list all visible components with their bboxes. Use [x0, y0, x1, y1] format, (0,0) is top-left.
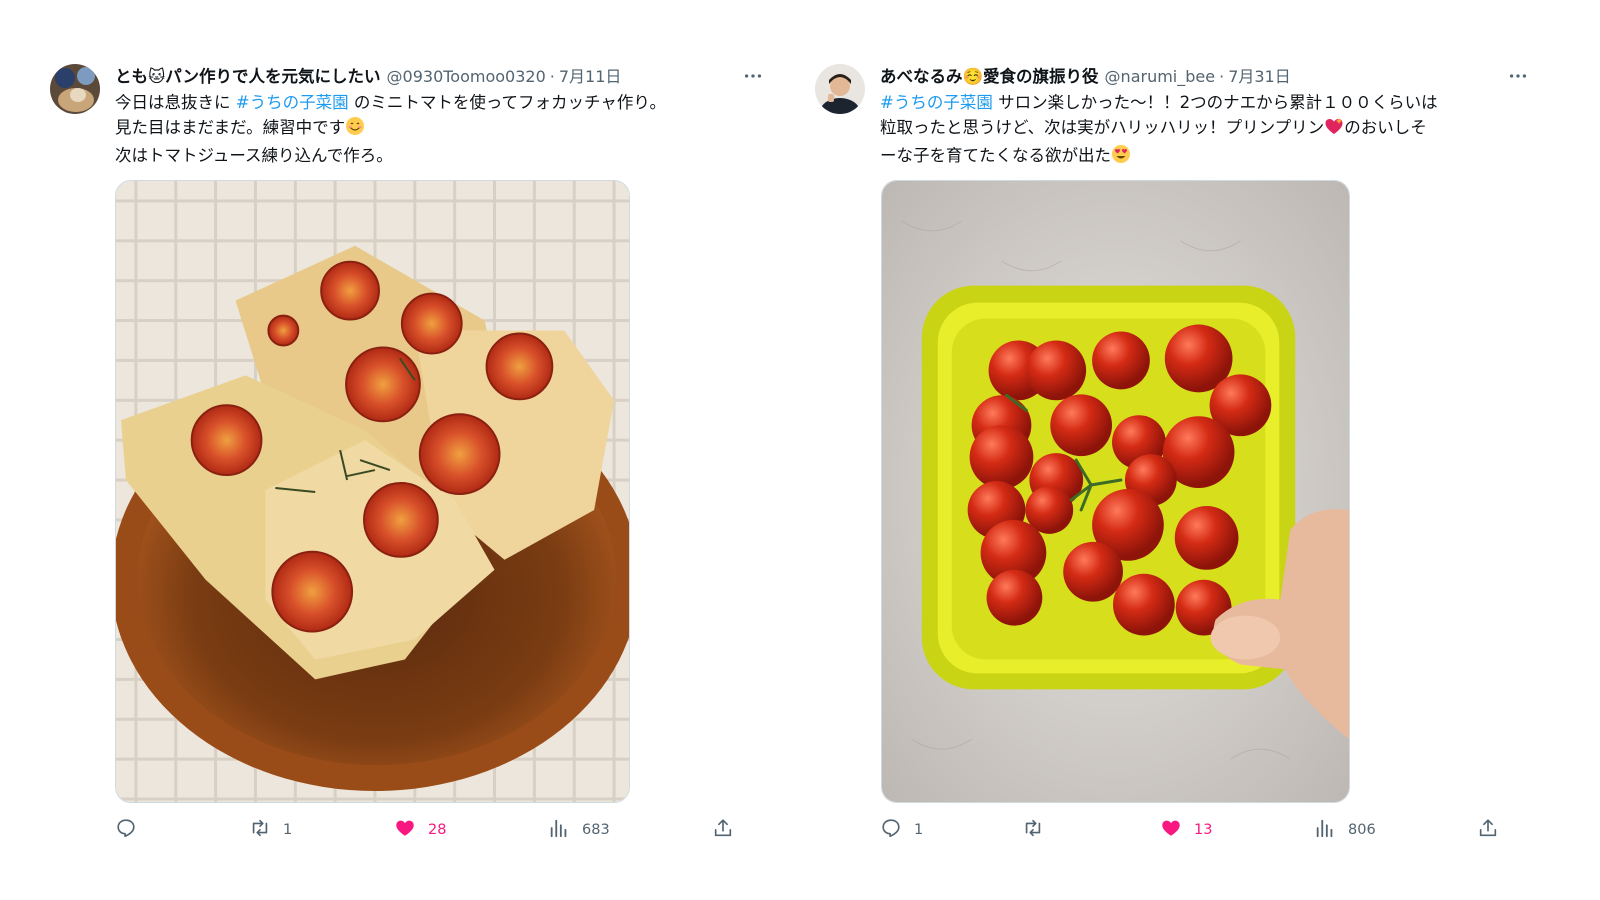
like-count: 13 — [1194, 822, 1213, 838]
retweet-count: 1 — [283, 822, 293, 838]
views-icon — [548, 817, 570, 843]
sparkling-heart-emoji-icon — [1324, 116, 1344, 143]
reply-icon — [115, 817, 137, 843]
tweet-photo[interactable] — [881, 180, 1350, 803]
tweet-photo[interactable] — [115, 180, 630, 803]
reply-button[interactable] — [115, 818, 149, 842]
avatar[interactable] — [815, 64, 865, 114]
share-icon — [1477, 817, 1499, 843]
share-button[interactable] — [1477, 818, 1499, 842]
text-segment: ーな子を育てたくなる欲が出た — [880, 146, 1111, 165]
tweet-card[interactable]: あべなるみ☺️愛食の旗振り役 @narumi_bee · 7月31日 #うちの子… — [815, 60, 1550, 890]
like-button[interactable]: 13 — [1160, 818, 1212, 842]
text-segment: 見た目はまだまだ。練習中です — [115, 118, 346, 137]
retweet-button[interactable]: 1 — [249, 818, 292, 842]
tweet-text: 今日は息抜きに #うちの子菜園 のミニトマトを使ってフォカッチャ作り。 見た目は… — [115, 90, 775, 168]
retweet-icon — [249, 817, 271, 843]
hashtag-link[interactable]: #うちの子菜園 — [880, 93, 993, 112]
text-segment: 粒取ったと思うけど、次は実がハリッハリッ！プリンプリン — [880, 118, 1325, 137]
tweet-date[interactable]: 7月31日 — [1228, 65, 1291, 89]
share-icon — [712, 817, 734, 843]
more-icon[interactable] — [741, 66, 765, 86]
text-segment: サロン楽しかった〜！！2つのナエから累計１００くらいは — [992, 93, 1438, 112]
separator: · — [549, 67, 555, 86]
retweet-button[interactable] — [1022, 818, 1056, 842]
avatar[interactable] — [50, 64, 100, 114]
separator: · — [1219, 67, 1225, 86]
reply-button[interactable]: 1 — [880, 818, 923, 842]
views-button[interactable]: 806 — [1314, 818, 1376, 842]
action-bar: 1 28 683 — [115, 818, 740, 842]
reply-count: 1 — [914, 822, 924, 838]
views-button[interactable]: 683 — [548, 818, 610, 842]
text-segment: 次はトマトジュース練り込んで作ろ。 — [115, 146, 393, 165]
heart-eyes-emoji-icon — [1111, 144, 1131, 171]
text-segment: のおいしそ — [1344, 118, 1427, 137]
text-segment: 今日は息抜きに — [115, 93, 236, 112]
action-bar: 1 13 806 — [880, 818, 1505, 842]
heart-icon — [394, 817, 416, 843]
hashtag-link[interactable]: #うちの子菜園 — [236, 93, 349, 112]
text-segment: のミニトマトを使ってフォカッチャ作り。 — [348, 93, 667, 112]
like-count: 28 — [428, 822, 447, 838]
more-icon[interactable] — [1506, 66, 1530, 86]
retweet-icon — [1022, 817, 1044, 843]
heart-icon — [1160, 817, 1182, 843]
tweet-card[interactable]: とも🐱パン作りで人を元気にしたい @0930Toomoo0320 · 7月11日… — [50, 60, 785, 890]
share-button[interactable] — [712, 818, 734, 842]
views-count: 683 — [582, 822, 610, 838]
smile-emoji-icon — [345, 116, 365, 143]
user-handle[interactable]: @narumi_bee — [1105, 65, 1216, 89]
display-name[interactable]: とも🐱パン作りで人を元気にしたい — [115, 65, 381, 89]
tweet-text: #うちの子菜園 サロン楽しかった〜！！2つのナエから累計１００くらいは 粒取った… — [880, 90, 1540, 171]
tweet-date[interactable]: 7月11日 — [559, 65, 622, 89]
views-icon — [1314, 817, 1336, 843]
user-handle[interactable]: @0930Toomoo0320 — [387, 65, 546, 89]
views-count: 806 — [1348, 822, 1376, 838]
reply-icon — [880, 817, 902, 843]
like-button[interactable]: 28 — [394, 818, 446, 842]
display-name[interactable]: あべなるみ☺️愛食の旗振り役 — [880, 65, 1099, 89]
